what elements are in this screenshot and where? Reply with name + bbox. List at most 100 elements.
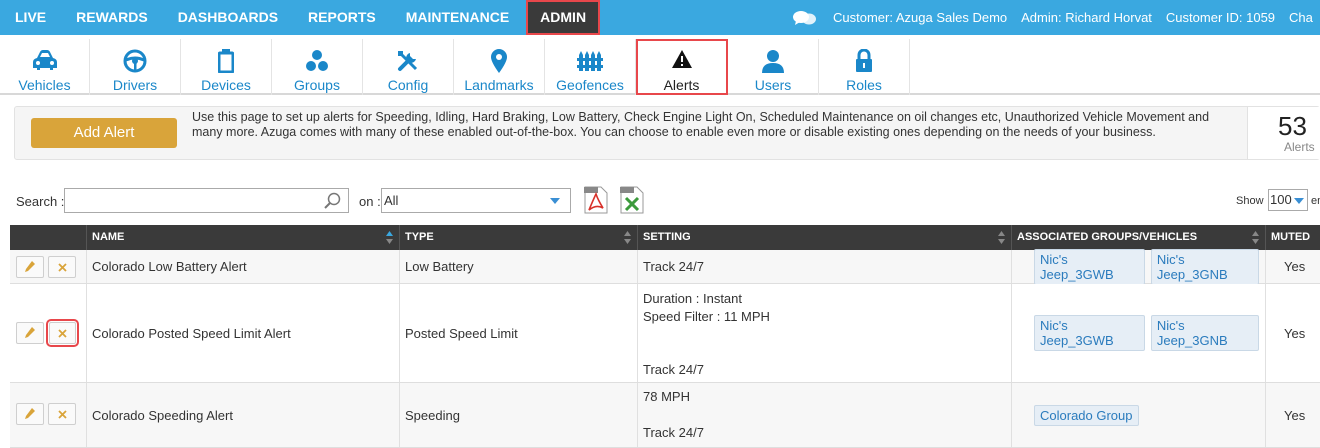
menu-admin[interactable]: ADMIN: [526, 0, 601, 35]
page-size-select[interactable]: 100: [1268, 189, 1308, 211]
tab-users-label: Users: [754, 77, 792, 93]
add-alert-button[interactable]: Add Alert: [31, 118, 177, 148]
close-icon: [57, 409, 67, 419]
sort-icon: [1252, 231, 1259, 244]
edit-button[interactable]: [16, 403, 44, 425]
header-groups[interactable]: ASSOCIATED GROUPS/VEHICLES: [1012, 225, 1266, 250]
top-nav-bar: LIVE REWARDS DASHBOARDS REPORTS MAINTENA…: [0, 0, 1320, 35]
row-actions: [10, 284, 87, 382]
cell-type: Posted Speed Limit: [400, 284, 638, 382]
group-tag[interactable]: Nic's Jeep_3GNB: [1150, 248, 1259, 285]
cell-muted: Yes: [1284, 407, 1306, 423]
tab-groups[interactable]: Groups: [272, 39, 363, 95]
account-info: Customer: Azuga Sales Demo Admin: Richar…: [793, 0, 1320, 35]
edit-button[interactable]: [16, 256, 44, 278]
customer-id: Customer ID: 1059: [1165, 10, 1276, 25]
header-setting[interactable]: SETTING: [638, 225, 1012, 250]
search-icon[interactable]: [324, 192, 342, 213]
alerts-description: Use this page to set up alerts for Speed…: [192, 110, 1210, 139]
cell-setting: Track 24/7: [638, 250, 1012, 283]
delete-button[interactable]: [46, 319, 79, 347]
tab-landmarks[interactable]: Landmarks: [454, 39, 545, 95]
header-actions: [10, 225, 87, 250]
cell-groups: Nic's Jeep_3GWB Nic's Jeep_3GNB: [1012, 284, 1266, 382]
group-tag[interactable]: Nic's Jeep_3GWB: [1034, 248, 1145, 285]
alerts-count-label: Alerts: [1284, 140, 1315, 154]
tab-config-label: Config: [387, 77, 429, 93]
steering-wheel-icon: [90, 49, 180, 73]
tab-drivers[interactable]: Drivers: [90, 39, 181, 95]
search-input[interactable]: [65, 189, 315, 212]
tools-icon: [363, 49, 453, 73]
tab-alerts[interactable]: Alerts: [636, 39, 728, 95]
user-icon: [728, 49, 818, 73]
menu-reports[interactable]: REPORTS: [293, 0, 391, 35]
tab-roles-label: Roles: [846, 77, 882, 93]
admin-sub-nav: Vehicles Drivers Devices Groups Config L…: [0, 35, 1320, 95]
group-tag[interactable]: Nic's Jeep_3GNB: [1150, 315, 1259, 351]
menu-dashboards[interactable]: DASHBOARDS: [163, 0, 293, 35]
cell-groups: Nic's Jeep_3GWB Nic's Jeep_3GNB: [1012, 248, 1266, 285]
chat-icon[interactable]: [793, 0, 817, 35]
page-size-value: 100: [1270, 192, 1292, 207]
header-setting-label: SETTING: [643, 231, 691, 243]
alerts-count-box: 53 Alerts: [1247, 107, 1320, 159]
cell-setting: 78 MPH Track 24/7: [638, 383, 1012, 447]
pdf-export-icon[interactable]: [584, 186, 610, 214]
entries-label: en: [1311, 195, 1320, 207]
show-label: Show: [1236, 195, 1264, 207]
table-row: Colorado Low Battery Alert Low Battery T…: [10, 248, 1320, 285]
delete-button[interactable]: [48, 256, 76, 278]
tab-users[interactable]: Users: [728, 39, 819, 95]
header-groups-label: ASSOCIATED GROUPS/VEHICLES: [1017, 231, 1198, 243]
group-tag[interactable]: Nic's Jeep_3GWB: [1034, 315, 1145, 351]
chevron-down-icon: [1294, 198, 1304, 204]
delete-button[interactable]: [48, 403, 76, 425]
pencil-icon: [25, 408, 35, 419]
cell-groups: Colorado Group: [1012, 383, 1266, 447]
edit-button[interactable]: [16, 322, 44, 344]
tab-landmarks-label: Landmarks: [464, 77, 534, 93]
alerts-count: 53: [1278, 111, 1307, 141]
tab-config[interactable]: Config: [363, 39, 454, 95]
menu-live[interactable]: LIVE: [0, 0, 61, 35]
tab-devices-label: Devices: [201, 77, 251, 93]
pencil-icon: [25, 327, 35, 338]
group-tag[interactable]: Colorado Group: [1034, 404, 1139, 426]
cell-type: Low Battery: [400, 250, 638, 283]
cell-setting: Duration : Instant Speed Filter : 11 MPH…: [638, 284, 1012, 382]
sort-asc-icon: [386, 231, 393, 244]
tab-geofences[interactable]: Geofences: [545, 39, 636, 95]
header-muted-label: MUTED: [1271, 231, 1311, 243]
header-name[interactable]: NAME: [87, 225, 400, 250]
setting-line: Duration : Instant: [643, 291, 742, 306]
menu-rewards[interactable]: REWARDS: [61, 0, 163, 35]
tab-roles[interactable]: Roles: [819, 39, 910, 95]
lock-icon: [819, 49, 909, 73]
row-actions: [10, 250, 87, 283]
xls-export-icon[interactable]: [620, 186, 646, 214]
tab-vehicles[interactable]: Vehicles: [0, 39, 90, 95]
tab-drivers-label: Drivers: [112, 77, 158, 93]
tab-vehicles-label: Vehicles: [18, 77, 71, 93]
setting-line: Track 24/7: [643, 425, 704, 440]
table-header: NAME TYPE SETTING ASSOCIATED GROUPS/VEHI…: [10, 225, 1320, 250]
table-row: Colorado Posted Speed Limit Alert Posted…: [10, 284, 1320, 383]
customer-name: Customer: Azuga Sales Demo: [833, 10, 1008, 25]
sort-icon: [998, 231, 1005, 244]
cut-off-text[interactable]: Cha: [1289, 0, 1313, 35]
alerts-info-panel: Add Alert Use this page to set up alerts…: [14, 106, 1320, 160]
search-field-select[interactable]: All: [381, 188, 571, 213]
search-label: Search :: [16, 194, 65, 209]
chevron-down-icon: [550, 198, 560, 204]
row-actions: [10, 383, 87, 447]
search-box: [64, 188, 349, 213]
menu-maintenance[interactable]: MAINTENANCE: [391, 0, 524, 35]
tab-devices[interactable]: Devices: [181, 39, 272, 95]
header-type[interactable]: TYPE: [400, 225, 638, 250]
pencil-icon: [25, 261, 35, 272]
setting-line: Speed Filter : 11 MPH: [643, 309, 770, 324]
header-muted[interactable]: MUTED: [1266, 225, 1320, 250]
sort-icon: [624, 231, 631, 244]
map-pin-icon: [454, 49, 544, 73]
